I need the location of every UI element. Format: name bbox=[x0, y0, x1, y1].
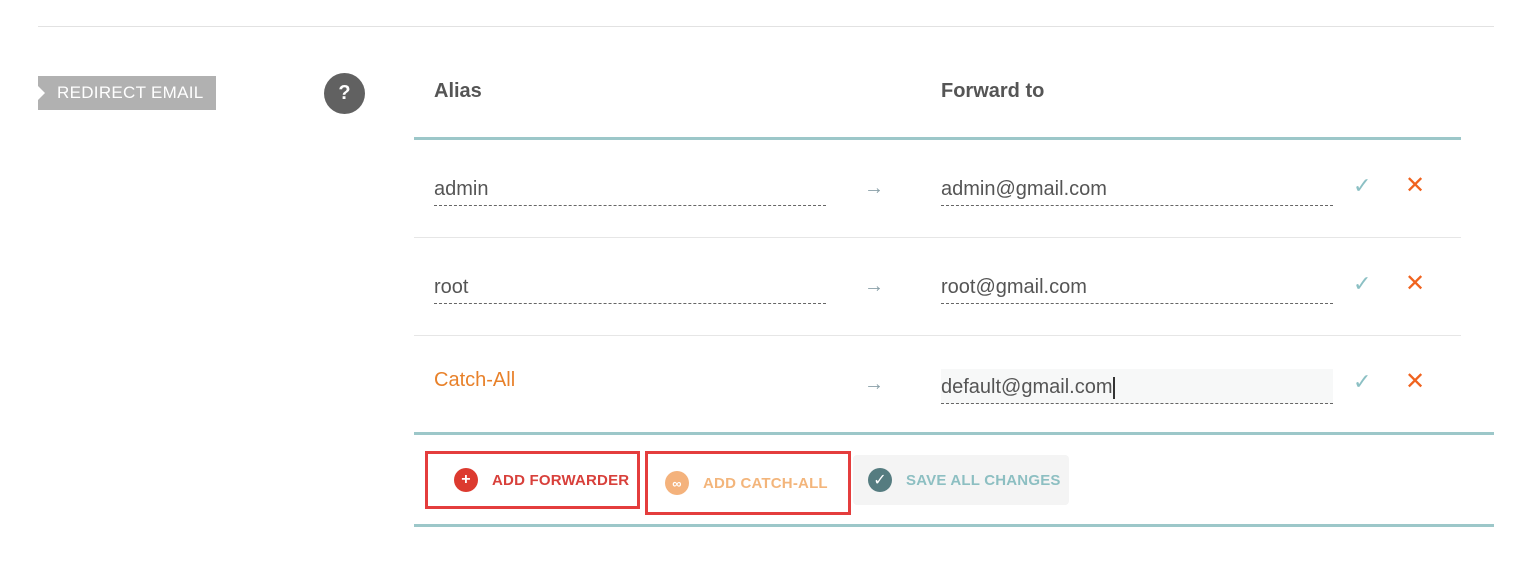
forward-input-root[interactable]: root@gmail.com bbox=[941, 274, 1333, 304]
arrow-right-icon: → bbox=[864, 177, 884, 199]
add-forwarder-label: ADD FORWARDER bbox=[492, 471, 630, 489]
forward-value: admin@gmail.com bbox=[941, 178, 1107, 200]
add-catch-all-button[interactable]: ∞ ADD CATCH-ALL bbox=[645, 451, 851, 515]
alias-value: admin bbox=[434, 178, 489, 200]
alias-input-root[interactable]: root bbox=[434, 274, 826, 304]
footer-divider bbox=[414, 432, 1494, 435]
forward-input-catch-all[interactable]: default@gmail.com bbox=[941, 369, 1333, 404]
confirm-check-icon[interactable]: ✓ bbox=[1353, 173, 1371, 199]
arrow-right-icon: → bbox=[864, 275, 884, 297]
catch-all-label: Catch-All bbox=[434, 369, 516, 391]
forward-value: root@gmail.com bbox=[941, 276, 1087, 298]
bottom-divider bbox=[414, 524, 1494, 527]
remove-x-icon[interactable]: ✕ bbox=[1405, 171, 1425, 200]
section-tag-redirect-email: REDIRECT EMAIL bbox=[38, 76, 216, 110]
alias-column-header: Alias bbox=[434, 80, 482, 102]
save-all-changes-button[interactable]: ✓ SAVE ALL CHANGES bbox=[853, 455, 1069, 505]
alias-value: root bbox=[434, 276, 469, 298]
header-divider bbox=[414, 137, 1461, 140]
row-divider bbox=[414, 335, 1461, 336]
add-catch-all-label: ADD CATCH-ALL bbox=[703, 474, 828, 492]
add-forwarder-button[interactable]: + ADD FORWARDER bbox=[425, 451, 640, 509]
arrow-right-icon: → bbox=[864, 373, 884, 395]
forward-input-admin[interactable]: admin@gmail.com bbox=[941, 176, 1333, 206]
help-icon[interactable]: ? bbox=[324, 73, 365, 114]
confirm-check-icon[interactable]: ✓ bbox=[1353, 369, 1371, 395]
infinity-circle-icon: ∞ bbox=[665, 471, 689, 495]
remove-x-icon[interactable]: ✕ bbox=[1405, 269, 1425, 298]
row-divider bbox=[414, 237, 1461, 238]
check-circle-icon: ✓ bbox=[868, 468, 892, 492]
save-all-changes-label: SAVE ALL CHANGES bbox=[906, 471, 1061, 489]
confirm-check-icon[interactable]: ✓ bbox=[1353, 271, 1371, 297]
text-caret bbox=[1113, 377, 1115, 399]
forward-value: default@gmail.com bbox=[941, 376, 1113, 398]
forward-to-column-header: Forward to bbox=[941, 80, 1045, 102]
top-divider bbox=[38, 26, 1494, 27]
remove-x-icon[interactable]: ✕ bbox=[1405, 367, 1425, 396]
alias-input-admin[interactable]: admin bbox=[434, 176, 826, 206]
plus-circle-icon: + bbox=[454, 468, 478, 492]
